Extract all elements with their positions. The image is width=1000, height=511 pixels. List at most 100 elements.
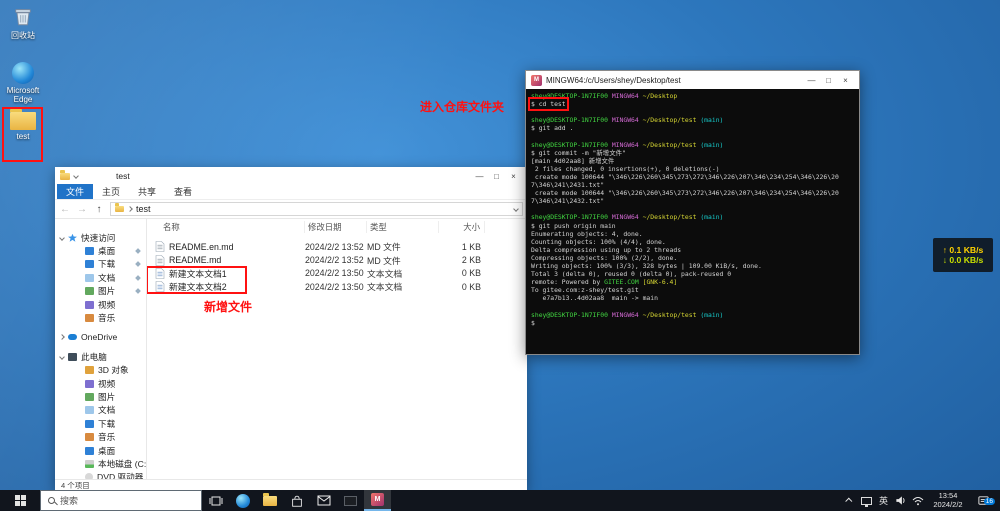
- taskbar-clock[interactable]: 13:54 2024/2/2: [926, 491, 970, 509]
- maximize-button[interactable]: □: [488, 168, 505, 184]
- file-size: 0 KB: [461, 281, 481, 292]
- sidebar-item[interactable]: 图片: [55, 285, 146, 298]
- explorer-sidebar: 快速访问 桌面 下载 文档 图片 视频 音乐 OneDrive 此电脑 3D 对象 视频 图片 文档 下载…: [55, 219, 147, 479]
- sidebar-item[interactable]: 下载: [55, 258, 146, 271]
- volume-button[interactable]: [892, 490, 909, 511]
- sidebar-item[interactable]: 此电脑: [55, 350, 146, 363]
- star-icon: [68, 233, 77, 242]
- terminal-line: create mode 100644 "\346\226\260\345\273…: [531, 189, 839, 198]
- chevron-down-icon[interactable]: [513, 206, 519, 212]
- desktop-icon-edge[interactable]: Microsoft Edge: [0, 62, 46, 104]
- terminal-titlebar: M MINGW64:/c/Users/shey/Desktop/test — □…: [526, 71, 859, 89]
- close-button[interactable]: ×: [837, 72, 854, 88]
- taskbar-app-edge[interactable]: [229, 490, 256, 511]
- sidebar-item[interactable]: 音乐: [55, 430, 146, 443]
- desktop-icon-test-folder[interactable]: test: [0, 109, 46, 141]
- sidebar-item[interactable]: 图片: [55, 390, 146, 403]
- tray-monitor-button[interactable]: [858, 490, 875, 511]
- sidebar-item[interactable]: 视频: [55, 298, 146, 311]
- file-name: README.md: [169, 255, 222, 266]
- task-view-icon: [209, 496, 222, 505]
- file-row[interactable]: 新建文本文档2 2024/2/2 13:50 文本文档 0 KB: [147, 280, 527, 293]
- terminal-output[interactable]: shey@DESKTOP-1N7IF00 MINGW64 ~/Desktop $ …: [526, 89, 859, 330]
- taskbar-app-mingw[interactable]: M: [364, 490, 391, 511]
- sidebar-item[interactable]: 3D 对象: [55, 364, 146, 377]
- sidebar-item[interactable]: 文档: [55, 404, 146, 417]
- download-icon: [85, 419, 94, 428]
- file-row[interactable]: README.en.md 2024/2/2 13:52 MD 文件 1 KB: [147, 240, 527, 253]
- taskbar-search[interactable]: 搜索: [40, 490, 202, 511]
- notification-count-badge: 16: [983, 497, 995, 505]
- sidebar-item[interactable]: 桌面: [55, 444, 146, 457]
- terminal-line: shey@DESKTOP-1N7IF00 MINGW64 ~/Desktop/t…: [531, 213, 724, 222]
- sidebar-item[interactable]: 视频: [55, 377, 146, 390]
- language-indicator[interactable]: 英: [875, 490, 892, 511]
- sidebar-item[interactable]: 快速访问: [55, 231, 146, 244]
- maximize-button[interactable]: □: [820, 72, 837, 88]
- sidebar-item[interactable]: DVD 驱动器 (D:) E: [55, 471, 146, 479]
- desktop-icon: [85, 446, 94, 455]
- sidebar-item[interactable]: OneDrive: [55, 331, 146, 344]
- start-button[interactable]: [0, 490, 40, 511]
- sidebar-item[interactable]: 文档: [55, 271, 146, 284]
- annotation-enter-repo: 进入仓库文件夹: [420, 100, 505, 114]
- up-icon[interactable]: ↑: [93, 204, 105, 215]
- file-icon: [155, 254, 165, 266]
- sidebar-item[interactable]: 桌面: [55, 244, 146, 257]
- terminal-line: $ git add .: [531, 124, 574, 133]
- video-icon: [85, 300, 94, 309]
- sidebar-item[interactable]: 本地磁盘 (C:): [55, 457, 146, 470]
- quick-access-toolbar-icon[interactable]: [73, 173, 79, 179]
- file-size: 2 KB: [461, 255, 481, 266]
- close-button[interactable]: ×: [505, 168, 522, 184]
- taskbar-app-terminal[interactable]: [337, 490, 364, 511]
- minimize-button[interactable]: —: [471, 168, 488, 184]
- network-button[interactable]: [909, 490, 926, 511]
- sidebar-item-label: 图片: [98, 391, 116, 402]
- file-row[interactable]: README.md 2024/2/2 13:52 MD 文件 2 KB: [147, 253, 527, 266]
- taskbar-app-explorer[interactable]: [256, 490, 283, 511]
- task-view-button[interactable]: [202, 490, 229, 511]
- column-date[interactable]: 修改日期: [305, 220, 367, 233]
- menu-home[interactable]: 主页: [93, 184, 129, 199]
- file-date: 2024/2/2 13:50: [305, 281, 364, 292]
- sidebar-item-label: 音乐: [98, 432, 116, 443]
- menu-share[interactable]: 共享: [129, 184, 165, 199]
- chevron-right-icon: [127, 206, 133, 212]
- menu-view[interactable]: 查看: [165, 184, 201, 199]
- terminal-line: shey@DESKTOP-1N7IF00 MINGW64 ~/Desktop/t…: [531, 116, 724, 125]
- monitor-icon: [861, 496, 872, 507]
- sidebar-item-label: 视频: [98, 299, 116, 310]
- window-title: test: [116, 171, 130, 181]
- file-icon: [155, 281, 165, 293]
- terminal-line: Compressing objects: 100% (2/2), done.: [531, 253, 678, 262]
- forward-icon[interactable]: →: [76, 204, 88, 215]
- expander-icon[interactable]: [59, 234, 65, 241]
- pin-icon: [135, 261, 141, 268]
- column-size[interactable]: 大小: [439, 220, 485, 233]
- breadcrumb[interactable]: test: [110, 202, 523, 216]
- pin-icon: [135, 288, 141, 295]
- sidebar-item-label: 3D 对象: [98, 365, 129, 376]
- pic-icon: [85, 392, 94, 401]
- sidebar-item[interactable]: 音乐: [55, 311, 146, 324]
- menu-file[interactable]: 文件: [57, 184, 94, 199]
- sidebar-item[interactable]: 下载: [55, 417, 146, 430]
- expander-icon[interactable]: [59, 353, 65, 360]
- sidebar-item-label: 此电脑: [81, 351, 107, 362]
- taskbar-app-mail[interactable]: [310, 490, 337, 511]
- file-row[interactable]: 新建文本文档1 2024/2/2 13:50 文本文档 0 KB: [147, 267, 527, 280]
- back-icon[interactable]: ←: [59, 204, 71, 215]
- tray-overflow-button[interactable]: [841, 490, 858, 511]
- sidebar-item-label: 文档: [98, 272, 116, 283]
- column-name[interactable]: 名称: [147, 220, 305, 233]
- expander-icon[interactable]: [59, 334, 65, 341]
- file-type: 文本文档: [367, 268, 403, 279]
- action-center-button[interactable]: 16: [970, 495, 996, 507]
- folder-icon: [262, 492, 277, 506]
- music-icon: [85, 433, 94, 442]
- minimize-button[interactable]: —: [803, 72, 820, 88]
- taskbar-app-store[interactable]: [283, 490, 310, 511]
- desktop-icon-recycle-bin[interactable]: 回收站: [0, 5, 46, 41]
- column-type[interactable]: 类型: [367, 220, 439, 233]
